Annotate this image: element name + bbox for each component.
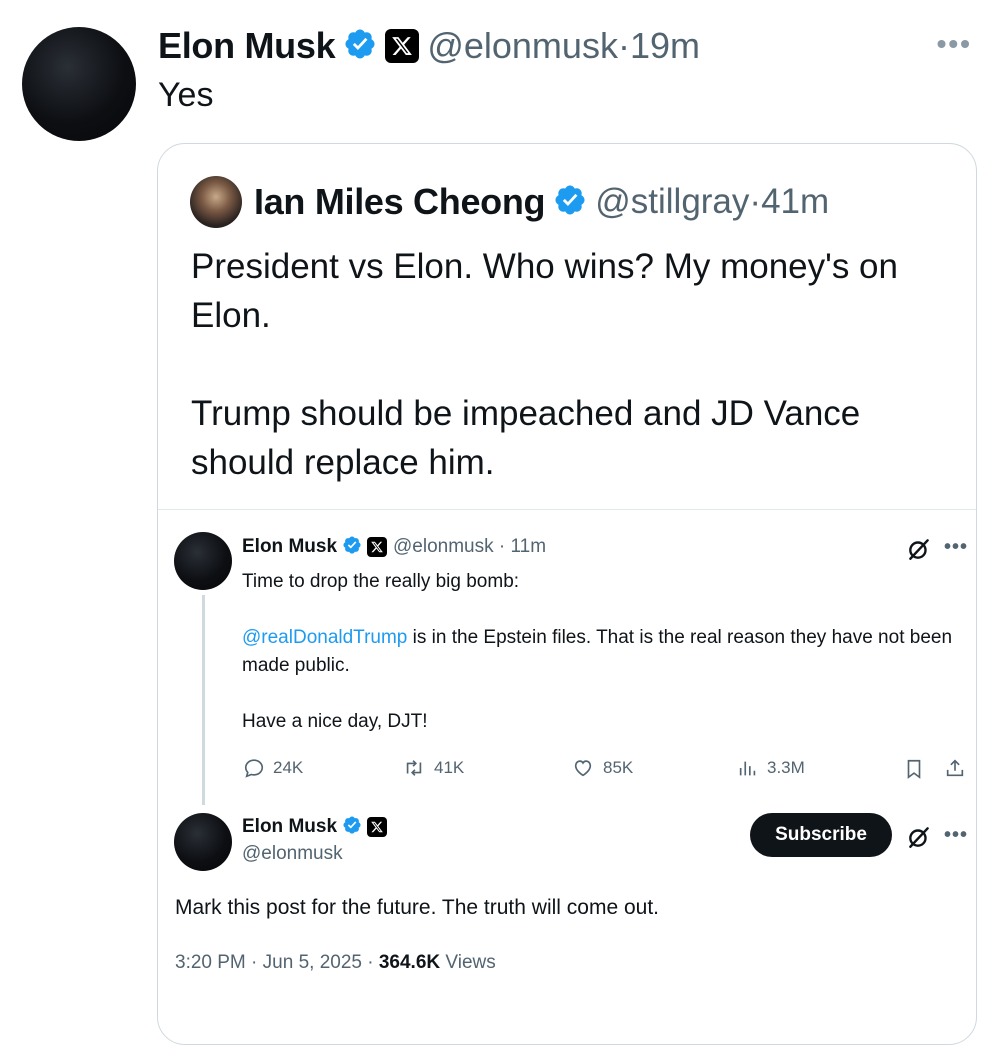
footer-views-count: 364.6K	[378, 952, 441, 973]
verified-badge-icon[interactable]	[553, 183, 587, 222]
separator: ·	[617, 25, 630, 66]
like-icon	[574, 760, 592, 777]
embedded-post-line: Time to drop the really big bomb:	[242, 571, 520, 592]
reply-action: 24K	[243, 757, 303, 779]
verified-badge-icon[interactable]	[343, 27, 377, 66]
embedded-author-avatar	[174, 813, 232, 871]
like-action: 85K	[571, 757, 633, 779]
author-name[interactable]: Elon Musk	[158, 25, 336, 67]
subscribe-button: Subscribe	[750, 813, 892, 857]
views-action: 3.3M	[737, 757, 805, 779]
embedded-post-text: Mark this post for the future. The truth…	[175, 896, 659, 919]
footer-date: Jun 5, 2025	[262, 952, 362, 973]
embedded-author-name: Elon Musk	[242, 536, 338, 557]
verified-badge-icon	[342, 535, 362, 560]
x-logo-icon	[367, 817, 388, 837]
repost-icon	[406, 760, 422, 776]
separator: ·	[749, 182, 762, 221]
mention-link: @realDonaldTrump	[242, 627, 408, 648]
more-icon: •••	[944, 824, 969, 846]
more-icon[interactable]: •••	[937, 28, 972, 60]
verified-badge-icon	[342, 815, 362, 840]
embedded-post-text: Time to drop the really big bomb: @realD…	[242, 568, 962, 736]
separator: ·	[245, 952, 263, 973]
embedded-post-header: Elon Musk @elonmusk · 11m	[242, 534, 546, 560]
quoted-author-name[interactable]: Ian Miles Cheong	[254, 181, 546, 223]
embedded-author-handle: @elonmusk	[242, 843, 343, 864]
quoted-post-time[interactable]: 41m	[761, 182, 829, 221]
views-count: 3.3M	[767, 758, 805, 777]
separator: ·	[361, 952, 379, 973]
author-handle[interactable]: @elonmusk	[427, 25, 618, 66]
embedded-post-time: 11m	[510, 536, 547, 557]
quoted-post-header: Ian Miles Cheong @stillgray·41m	[254, 178, 829, 226]
repost-count: 41K	[434, 758, 465, 777]
grok-icon	[906, 824, 932, 855]
footer-views-label: Views	[440, 952, 496, 973]
embedded-post-line: Have a nice day, DJT!	[242, 711, 428, 732]
footer-time: 3:20 PM	[175, 952, 246, 973]
embedded-post-header: Elon Musk	[242, 814, 388, 840]
author-avatar[interactable]	[22, 27, 136, 141]
separator: ·	[498, 536, 506, 557]
x-logo-icon	[367, 537, 388, 557]
views-icon	[739, 761, 756, 776]
post-header: Elon Musk @elonmusk·19m	[158, 22, 700, 70]
divider	[158, 509, 976, 510]
more-icon: •••	[944, 536, 969, 558]
post-text: Yes	[158, 76, 214, 114]
bookmark-icon	[903, 757, 933, 781]
reply-count: 24K	[273, 758, 304, 777]
x-logo-icon	[385, 29, 420, 63]
quoted-author-handle[interactable]: @stillgray	[595, 182, 749, 221]
post-time[interactable]: 19m	[630, 25, 700, 66]
quoted-post-text: President vs Elon. Who wins? My money's …	[191, 247, 898, 482]
quoted-author-avatar[interactable]	[190, 176, 242, 228]
thread-line	[202, 595, 205, 805]
post-timestamp-footer: 3:20 PM · Jun 5, 2025 · 364.6K Views	[175, 952, 496, 974]
embedded-author-handle: @elonmusk	[393, 536, 494, 557]
like-count: 85K	[603, 758, 634, 777]
repost-action: 41K	[402, 757, 464, 779]
embedded-author-name: Elon Musk	[242, 816, 338, 837]
grok-icon	[906, 536, 932, 567]
embedded-author-avatar	[174, 532, 232, 590]
share-icon	[944, 756, 974, 780]
reply-icon	[244, 759, 264, 778]
